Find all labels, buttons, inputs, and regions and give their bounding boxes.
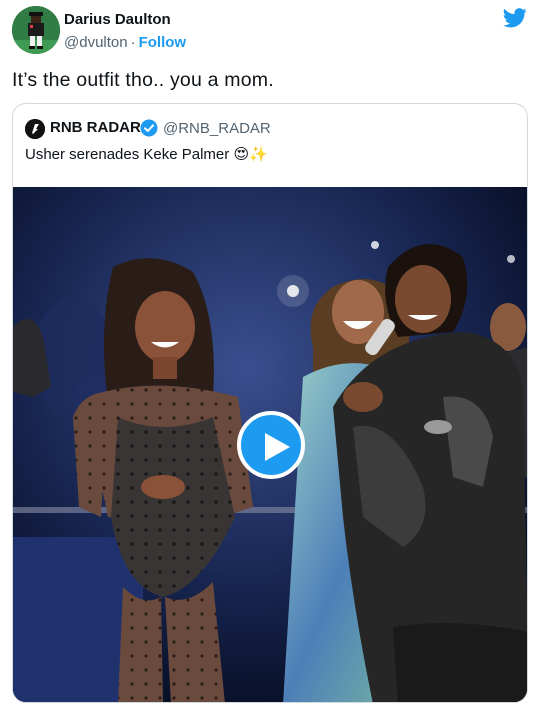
author-name[interactable]: Darius Daulton [64,11,171,28]
video-player[interactable] [13,187,527,702]
emoji-heart-eyes-sparkles: 😍✨ [233,145,268,163]
play-button[interactable] [237,411,305,479]
avatar[interactable] [12,6,60,54]
quoted-tweet-text: Usher serenades Keke Palmer 😍✨ [25,145,268,163]
quoted-author-name[interactable]: RNB RADAR [50,119,141,136]
quoted-author-handle[interactable]: @RNB_RADAR [163,120,271,137]
quoted-avatar[interactable] [25,119,45,139]
follow-button[interactable]: Follow [139,34,187,51]
play-icon [265,433,290,461]
separator: · [130,34,136,51]
twitter-bird-icon[interactable] [503,8,527,28]
quoted-tweet[interactable]: RNB RADAR @RNB_RADAR Usher serenades Kek… [12,103,528,703]
author-meta: @dvulton · Follow [64,34,186,51]
quoted-text: Usher serenades Keke Palmer [25,146,230,163]
tweet-text: It’s the outfit tho.. you a mom. [12,69,274,91]
verified-badge-icon [140,119,158,137]
author-handle[interactable]: @dvulton [64,34,128,51]
tweet-card: Darius Daulton @dvulton · Follow It’s the … [0,0,535,707]
